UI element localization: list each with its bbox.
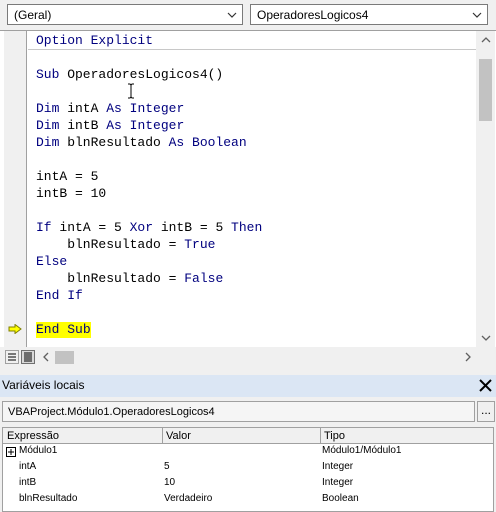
vertical-scroll-thumb[interactable] [479, 59, 492, 121]
code-line[interactable]: blnResultado = True [36, 237, 215, 253]
chevron-down-icon[interactable] [227, 9, 237, 21]
locals-value[interactable]: 5 [164, 461, 170, 472]
locals-grid-header: Expressão Valor Tipo [3, 428, 493, 444]
code-line[interactable]: Sub OperadoresLogicos4() [36, 67, 223, 83]
locals-type: Módulo1/Módulo1 [322, 445, 402, 456]
locals-value[interactable]: Verdadeiro [164, 493, 212, 504]
procedure-view-icon[interactable] [5, 350, 19, 364]
locals-context-text: VBAProject.Módulo1.OperadoresLogicos4 [8, 406, 215, 418]
close-icon[interactable] [477, 377, 494, 394]
keyword: Integer [129, 118, 185, 133]
code-text: blnResultado = [36, 237, 185, 252]
locals-expression: intB [19, 477, 37, 488]
code-line[interactable]: Dim blnResultado As Boolean [36, 135, 247, 151]
locals-type: Integer [322, 461, 354, 472]
call-stack-button[interactable]: ... [477, 401, 495, 422]
current-execution-line[interactable]: End Sub [36, 322, 91, 338]
code-text: blnResultado [59, 135, 169, 150]
code-text: intB = 5 [153, 220, 232, 235]
code-window: Option Explicit Sub OperadoresLogicos4()… [0, 30, 496, 368]
object-dropdown-value: (Geral) [14, 8, 52, 22]
chevron-down-icon[interactable] [472, 9, 482, 21]
object-dropdown[interactable]: (Geral) [7, 4, 243, 25]
locals-row[interactable]: blnResultado Verdadeiro Boolean [3, 492, 493, 508]
locals-window-titlebar: Variáveis locais [0, 375, 496, 397]
column-header-value[interactable]: Valor [166, 430, 191, 442]
code-text: OperadoresLogicos4() [59, 67, 224, 82]
code-line-option[interactable]: Option Explicit [36, 33, 153, 49]
horizontal-scroll-thumb[interactable] [55, 351, 74, 364]
locals-value[interactable]: 10 [164, 477, 175, 488]
keyword: Dim [36, 101, 60, 116]
keyword: Sub [67, 322, 91, 337]
keyword: Then [231, 220, 263, 235]
keyword: Dim [36, 118, 60, 133]
scroll-up-icon[interactable] [481, 36, 491, 44]
vertical-scrollbar[interactable] [476, 31, 495, 347]
keyword: If [67, 288, 83, 303]
locals-expression: intA [19, 461, 37, 472]
code-editor[interactable]: Option Explicit Sub OperadoresLogicos4()… [28, 31, 476, 347]
locals-row[interactable]: intB 10 Integer [3, 476, 493, 492]
scroll-left-icon[interactable] [42, 352, 50, 362]
code-line[interactable]: blnResultado = False [36, 271, 223, 287]
full-module-view-icon[interactable] [21, 350, 35, 364]
keyword: As [106, 118, 122, 133]
column-divider[interactable] [162, 428, 163, 444]
keyword: As [168, 135, 185, 150]
code-text: intB [59, 118, 107, 133]
locals-type: Boolean [322, 493, 359, 504]
locals-grid: Expressão Valor Tipo Módulo1 Módulo1/Mód… [2, 427, 494, 512]
keyword: Dim [36, 135, 60, 150]
keyword: Xor [129, 220, 154, 235]
scroll-down-icon[interactable] [481, 334, 491, 342]
locals-row[interactable]: intA 5 Integer [3, 460, 493, 476]
locals-window-title: Variáveis locais [2, 378, 85, 392]
code-text: intA [59, 101, 107, 116]
code-window-toolbar: (Geral) OperadoresLogicos4 [0, 0, 496, 30]
execution-pointer-icon[interactable] [8, 324, 22, 334]
locals-type: Integer [322, 477, 354, 488]
procedure-dropdown[interactable]: OperadoresLogicos4 [250, 4, 488, 25]
text-cursor-icon [128, 83, 134, 99]
margin-divider [26, 31, 27, 347]
keyword: End [36, 322, 60, 337]
code-window-footer [0, 347, 496, 368]
scroll-right-icon[interactable] [464, 352, 472, 362]
keyword: End [36, 288, 60, 303]
code-line[interactable]: End If [36, 288, 83, 304]
column-header-expression[interactable]: Expressão [7, 430, 59, 442]
locals-expression: Módulo1 [19, 445, 58, 456]
locals-row[interactable]: Módulo1 Módulo1/Módulo1 [3, 444, 493, 460]
locals-expression: blnResultado [19, 493, 78, 504]
code-text: blnResultado = [36, 271, 185, 286]
column-divider[interactable] [320, 428, 321, 444]
locals-context-field: VBAProject.Módulo1.OperadoresLogicos4 [2, 401, 475, 422]
keyword: False [184, 271, 224, 286]
code-line[interactable]: intB = 10 [36, 186, 106, 202]
keyword: As [106, 101, 122, 116]
keyword: If [36, 220, 52, 235]
code-line[interactable]: Else [36, 254, 67, 270]
keyword: True [184, 237, 216, 252]
code-line[interactable]: intA = 5 [36, 169, 98, 185]
code-line[interactable]: If intA = 5 Xor intB = 5 Then [36, 220, 262, 236]
locals-context-bar: VBAProject.Módulo1.OperadoresLogicos4 ..… [0, 400, 496, 424]
keyword: Sub [36, 67, 60, 82]
code-line[interactable]: Dim intB As Integer [36, 118, 184, 134]
plus-box-icon[interactable] [6, 447, 16, 457]
procedure-separator [28, 49, 476, 50]
code-text: intA = 5 [51, 220, 130, 235]
keyword: Integer [129, 101, 185, 116]
procedure-dropdown-value: OperadoresLogicos4 [257, 8, 369, 22]
code-line[interactable]: Dim intA As Integer [36, 101, 184, 117]
keyword: Boolean [192, 135, 247, 150]
column-header-type[interactable]: Tipo [324, 430, 345, 442]
margin-indicator-bar[interactable] [4, 31, 26, 347]
